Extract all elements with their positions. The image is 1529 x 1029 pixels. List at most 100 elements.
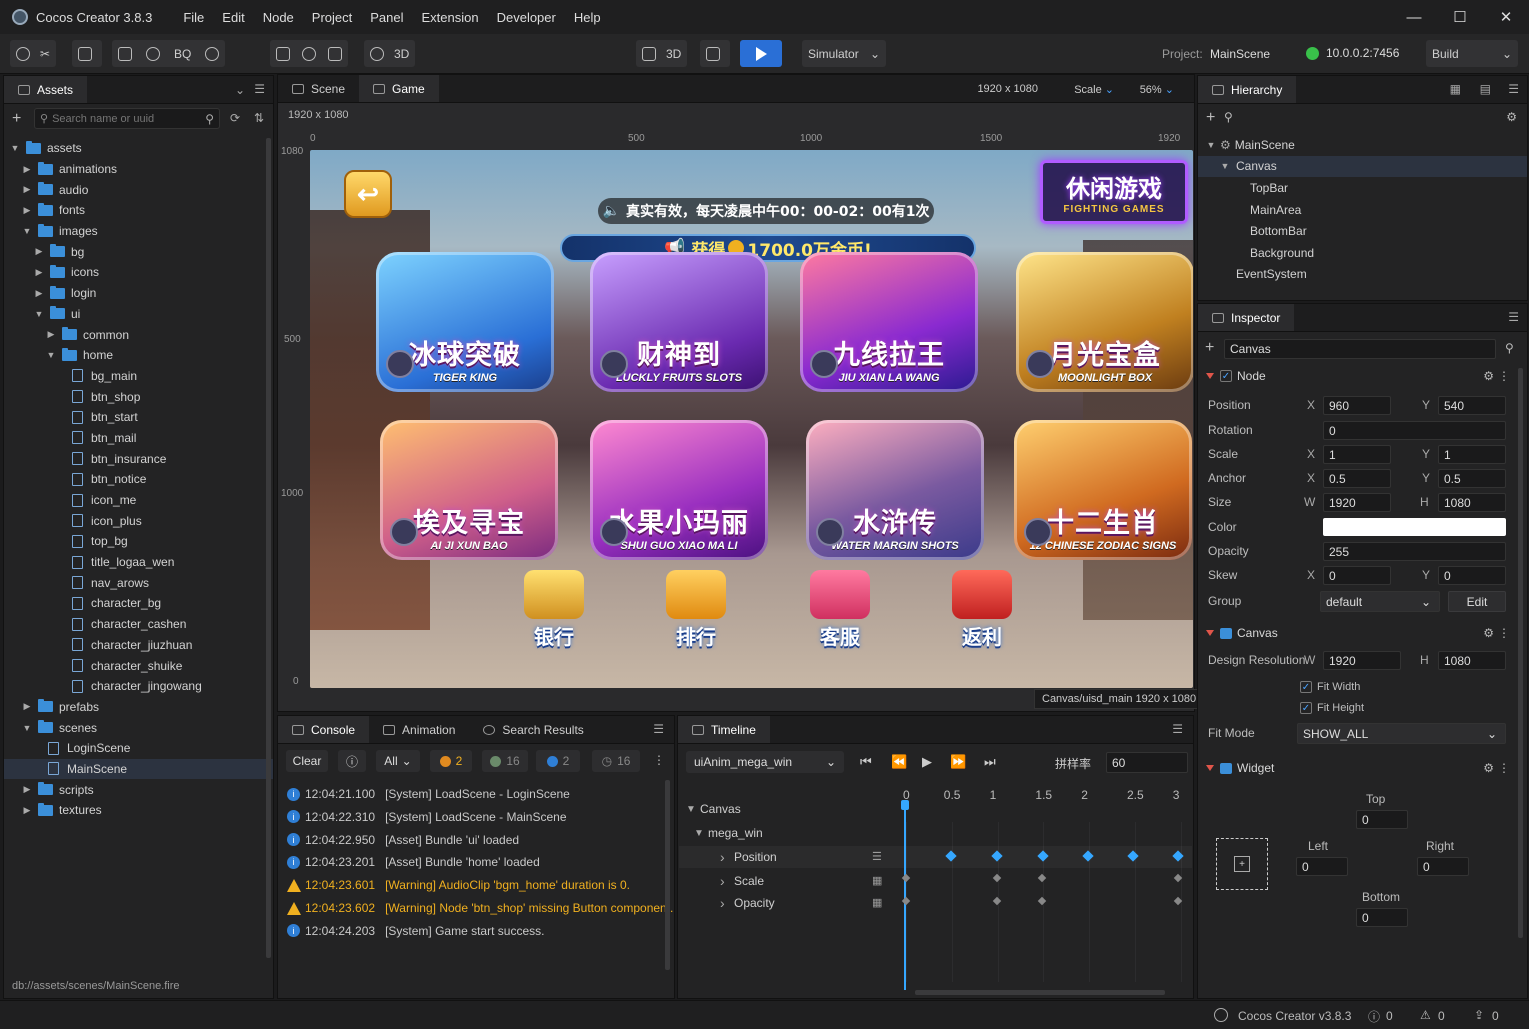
rotation-input[interactable]: 0 — [1323, 421, 1506, 440]
expand-right-icon[interactable]: ▶ — [22, 164, 32, 175]
console-log-row[interactable]: 12:04:23.602 [Warning] Node 'btn_shop' mi… — [287, 897, 673, 919]
scrollbar[interactable] — [1518, 368, 1523, 938]
game-card-fruit-mary[interactable]: 水果小玛丽 SHUI GUO XIAO MA LI — [590, 420, 768, 560]
timeline-track[interactable]: › Opacity — [720, 893, 775, 913]
fit-width-checkbox[interactable]: ✓ — [1300, 681, 1312, 693]
pause-icon[interactable] — [706, 46, 720, 61]
node-section-header[interactable]: ✓ Node ⚙ ⋮ — [1200, 365, 1520, 387]
size-w-input[interactable]: 1920 — [1323, 493, 1391, 512]
console-log-row[interactable]: i 12:04:22.310 [System] LoadScene - MainSc… — [287, 806, 567, 828]
add-icon[interactable]: + — [1206, 109, 1215, 127]
asset-item[interactable]: btn_notice — [4, 469, 273, 490]
resolution-select[interactable]: 1920 x 1080 — [977, 83, 1038, 95]
console-log-row[interactable]: i 12:04:24.203 [System] Game start success… — [287, 920, 544, 942]
last-frame-icon[interactable]: ⏭ — [984, 754, 996, 770]
enabled-checkbox[interactable]: ✓ — [1220, 370, 1232, 382]
asset-item[interactable]: ▼ home — [4, 345, 273, 366]
widget-bottom-input[interactable]: 0 — [1356, 908, 1408, 927]
more-icon[interactable]: ⋮ — [1498, 626, 1510, 640]
game-card-ice-hockey[interactable]: 冰球突破 TIGER KING — [376, 252, 554, 392]
chevron-down-icon[interactable]: ⌄ — [235, 83, 245, 97]
game-card-caishen[interactable]: 财神到 LUCKLY FRUITS SLOTS — [590, 252, 768, 392]
expand-down-icon[interactable]: ▼ — [1220, 161, 1230, 171]
expand-right-icon[interactable]: ▶ — [22, 205, 32, 216]
rect-tool-icon[interactable] — [78, 46, 92, 61]
size-h-input[interactable]: 1080 — [1438, 493, 1506, 512]
gear-icon[interactable]: ⚙ — [1483, 761, 1494, 775]
expand-down-icon[interactable]: ▼ — [22, 226, 32, 236]
menu-panel[interactable]: Panel — [361, 10, 412, 25]
search-field[interactable] — [52, 112, 193, 125]
timeline-track[interactable]: ▼ mega_win — [694, 823, 763, 843]
hierarchy-node[interactable]: EventSystem — [1198, 264, 1527, 286]
asset-item[interactable]: ▶ login — [4, 283, 273, 304]
expand-right-icon[interactable]: ▶ — [34, 267, 44, 278]
expand-right-icon[interactable]: ▶ — [22, 805, 32, 816]
menu-node[interactable]: Node — [254, 10, 303, 25]
skew-y-input[interactable]: 0 — [1438, 566, 1506, 585]
hierarchy-node[interactable]: ▼ Canvas — [1198, 155, 1527, 178]
scrollbar[interactable] — [915, 990, 1165, 995]
fit-mode-select[interactable]: SHOW_ALL ⌄ — [1297, 723, 1506, 744]
position-x-input[interactable]: 960 — [1323, 396, 1391, 415]
menu-icon[interactable]: ☰ — [254, 82, 265, 96]
menu-edit[interactable]: Edit — [213, 10, 253, 25]
playhead-handle[interactable] — [901, 800, 909, 810]
filter-select[interactable]: All ⌄ — [376, 750, 420, 772]
sort-icon[interactable]: ⇅ — [254, 111, 264, 125]
expand-right-icon[interactable]: › — [720, 873, 734, 889]
asset-item[interactable]: ▶ fonts — [4, 200, 273, 221]
more-icon[interactable]: ⋮ — [653, 753, 665, 767]
mode-3d-button[interactable]: 3D — [394, 47, 409, 61]
global-icon[interactable] — [146, 46, 160, 61]
build-button[interactable]: Build ⌄ — [1426, 40, 1518, 67]
move-tool-icon[interactable] — [16, 46, 30, 61]
back-button-icon[interactable]: ↩ — [344, 170, 392, 218]
timeline-track[interactable]: ▼ Canvas — [686, 799, 741, 819]
console-log-row[interactable]: i 12:04:21.100 [System] LoadScene - LoginS… — [287, 783, 570, 805]
asset-item[interactable]: character_jiuzhuan — [4, 635, 273, 656]
asset-item[interactable]: character_bg — [4, 593, 273, 614]
console-log-row[interactable]: i 12:04:23.201 [Asset] Bundle 'home' loade… — [287, 851, 540, 873]
color-swatch[interactable] — [1323, 518, 1506, 536]
more-icon[interactable]: ⋮ — [1498, 761, 1510, 775]
anchor-y-input[interactable]: 0.5 — [1438, 469, 1506, 488]
menu-project[interactable]: Project — [303, 10, 361, 25]
position-y-input[interactable]: 540 — [1438, 396, 1506, 415]
game-card-egypt[interactable]: 埃及寻宝 AI JI XUN BAO — [380, 420, 558, 560]
game-card-zodiac[interactable]: 十二生肖 12 CHINESE ZODIAC SIGNS — [1014, 420, 1192, 560]
menu-icon[interactable]: ☰ — [653, 722, 664, 736]
curve-icon[interactable]: ▦ — [872, 874, 882, 887]
hierarchy-node[interactable]: TopBar — [1198, 177, 1527, 199]
warning-count-button[interactable]: 2 — [430, 750, 472, 772]
asset-item[interactable]: top_bg — [4, 531, 273, 552]
asset-item[interactable]: btn_shop — [4, 386, 273, 407]
assets-search-input[interactable]: ⚲ ⚲ — [34, 108, 220, 129]
asset-item[interactable]: btn_mail — [4, 428, 273, 449]
tab-timeline[interactable]: Timeline — [678, 716, 770, 743]
pivot-icon[interactable] — [118, 46, 132, 61]
add-icon[interactable]: + — [12, 110, 21, 128]
refresh-icon[interactable]: ⟳ — [230, 111, 240, 125]
scrollbar[interactable] — [665, 780, 670, 970]
widget-align-icon[interactable]: + — [1216, 838, 1268, 890]
preview-3d-button[interactable]: 3D — [666, 47, 681, 61]
timeline-track[interactable]: › Scale — [720, 871, 764, 891]
error-icon[interactable]: ⓘ — [1368, 1008, 1380, 1025]
expand-right-icon[interactable]: ▶ — [34, 288, 44, 299]
asset-item[interactable]: MainScene — [4, 758, 273, 780]
warning-icon[interactable]: ⚠ — [1420, 1008, 1431, 1022]
hierarchy-node[interactable]: BottomBar — [1198, 220, 1527, 242]
expand-down-icon[interactable]: ▼ — [46, 350, 56, 360]
tab-hierarchy[interactable]: Hierarchy — [1198, 76, 1297, 103]
console-log-row[interactable]: i 12:04:22.950 [Asset] Bundle 'ui' loaded — [287, 829, 519, 851]
asset-item[interactable]: ▶ animations — [4, 159, 273, 180]
game-canvas[interactable]: ↩ 🔈 真实有效，每天凌晨中午00：00-02：00有1次 📢 获得 1700.0… — [310, 150, 1193, 688]
game-card-water-margin[interactable]: 水浒传 WATER MARGIN SHOTS — [806, 420, 984, 560]
asset-item[interactable]: btn_insurance — [4, 448, 273, 469]
simulator-select[interactable]: Simulator ⌄ — [802, 40, 886, 67]
log-count-button[interactable]: ◷ 16 — [592, 750, 640, 772]
tab-assets[interactable]: Assets — [4, 76, 88, 103]
asset-item[interactable]: ▼ ui — [4, 304, 273, 325]
hierarchy-node[interactable]: ▼ ⚙ MainScene — [1198, 134, 1527, 156]
